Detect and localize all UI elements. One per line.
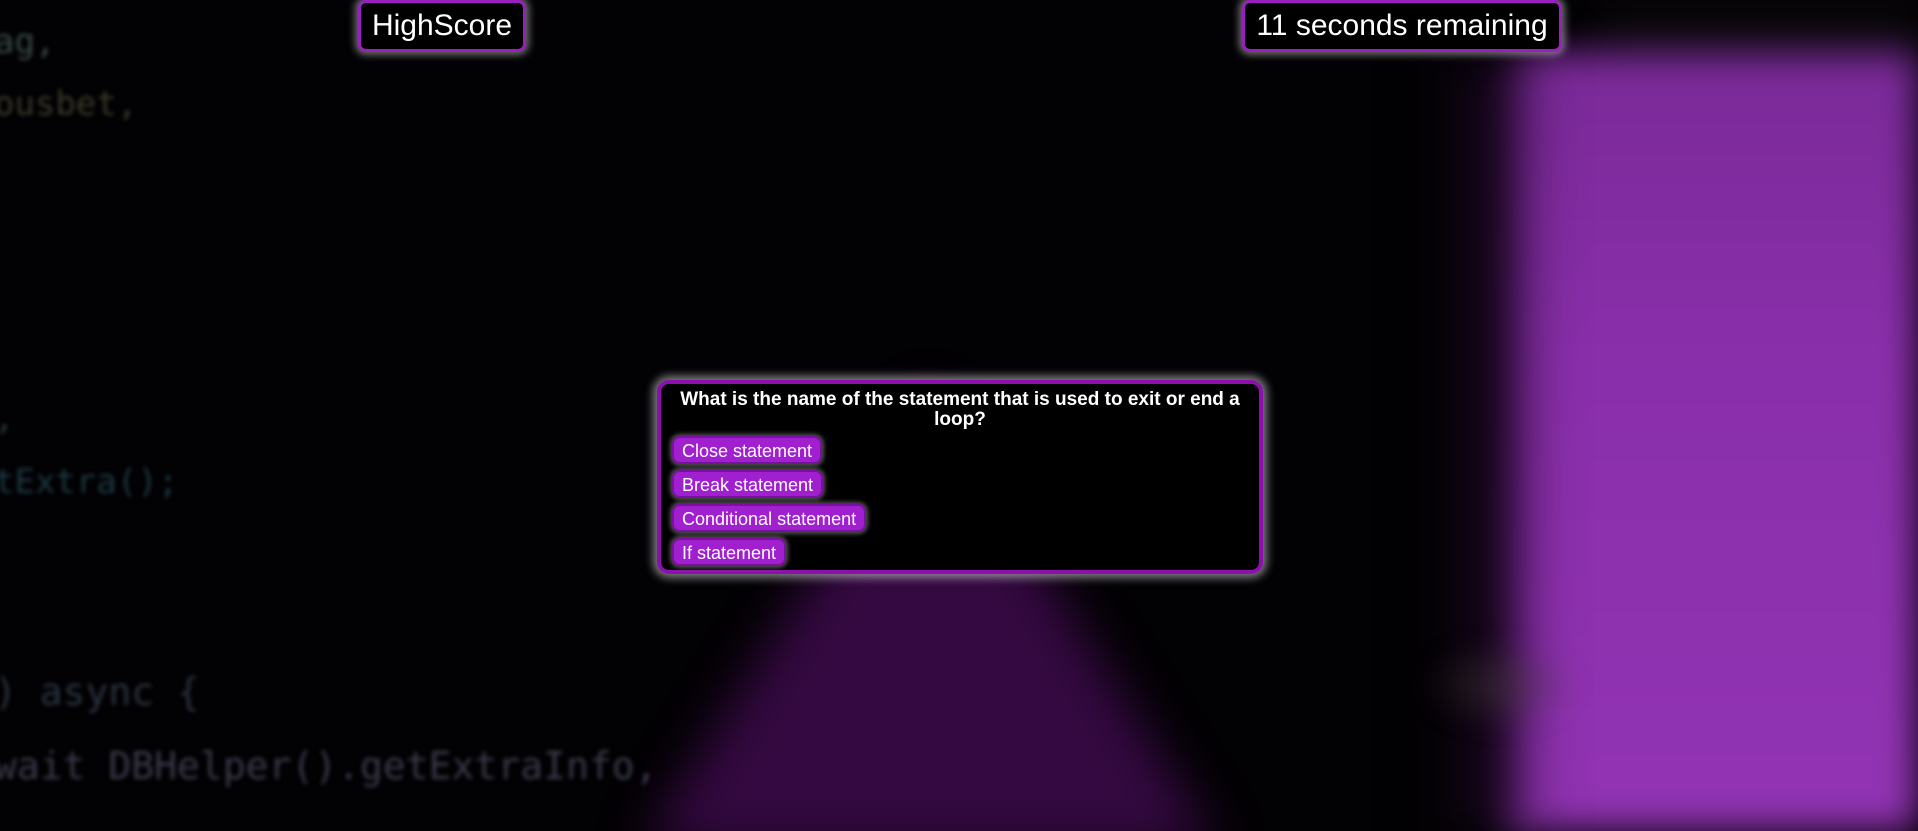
answer-button-conditional-statement[interactable]: Conditional statement xyxy=(672,504,867,532)
answer-button-break-statement[interactable]: Break statement xyxy=(672,470,824,498)
quiz-card: What is the name of the statement that i… xyxy=(657,380,1263,574)
background-code-line: ) async { xyxy=(0,670,200,714)
answer-button-if-statement[interactable]: If statement xyxy=(672,538,787,566)
background-code-line: wait DBHelper().getExtraInfo, xyxy=(0,744,658,788)
timer-display: 11 seconds remaining xyxy=(1242,0,1562,52)
background-code-line: ousbet, xyxy=(0,84,138,124)
background-glow xyxy=(1420,640,1580,730)
answer-button-close-statement[interactable]: Close statement xyxy=(672,436,823,464)
background-code-line: , xyxy=(0,398,14,438)
background-code-line: ag, xyxy=(0,22,56,62)
highscore-link[interactable]: HighScore xyxy=(358,0,526,52)
question-text: What is the name of the statement that i… xyxy=(680,389,1240,430)
background-code-line: tExtra(); xyxy=(0,462,179,502)
